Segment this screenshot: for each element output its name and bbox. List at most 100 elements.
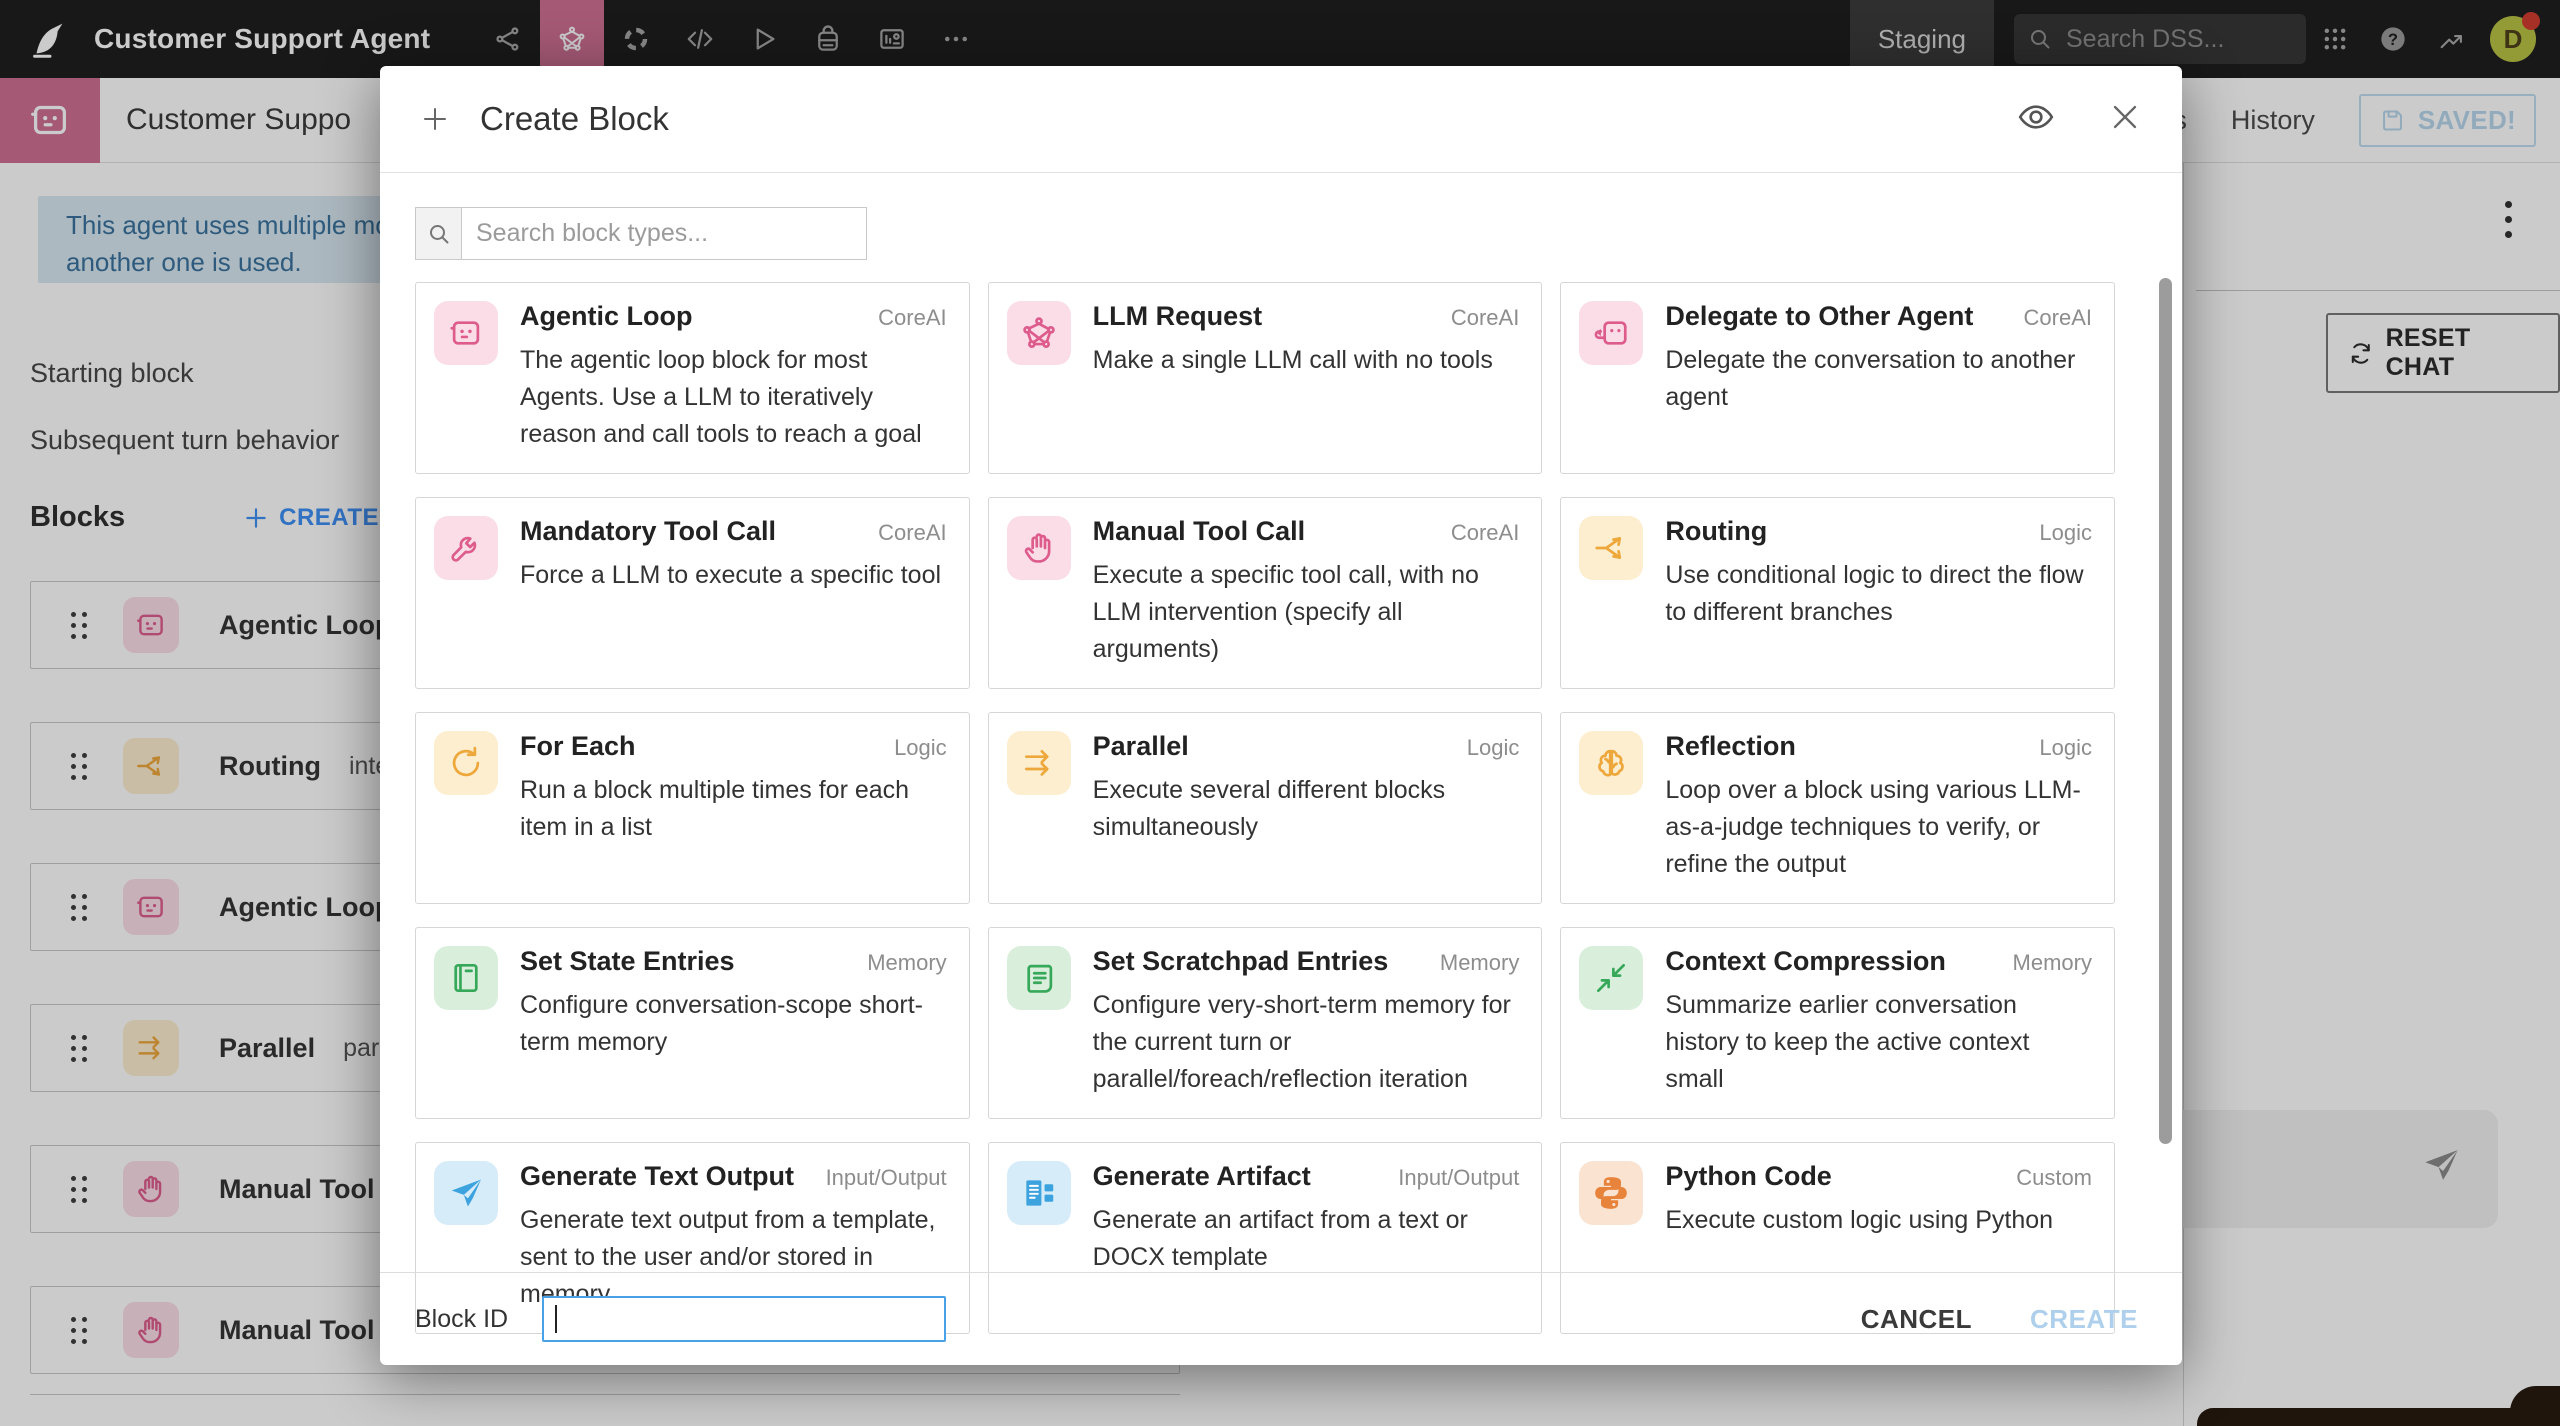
delegate-icon — [1579, 301, 1643, 365]
block-type-category: CoreAI — [1451, 520, 1519, 546]
block-type-category: CoreAI — [878, 520, 946, 546]
block-type-card-body: Mandatory Tool Call CoreAI Force a LLM t… — [520, 516, 947, 668]
block-type-card[interactable]: Reflection Logic Loop over a block using… — [1560, 712, 2115, 904]
block-type-title: Context Compression — [1665, 946, 2000, 977]
block-type-card-body: Set State Entries Memory Configure conve… — [520, 946, 947, 1098]
compress-icon — [1579, 946, 1643, 1010]
brain-icon — [1579, 731, 1643, 795]
block-type-card-body: Delegate to Other Agent CoreAI Delegate … — [1665, 301, 2092, 453]
modal-title: Create Block — [480, 100, 669, 138]
block-type-description: The agentic loop block for most Agents. … — [520, 342, 947, 453]
block-type-category: Memory — [867, 950, 946, 976]
block-type-description: Make a single LLM call with no tools — [1093, 342, 1520, 379]
block-type-card[interactable]: Manual Tool Call CoreAI Execute a specif… — [988, 497, 1543, 689]
modal-scrollbar[interactable] — [2159, 278, 2172, 1144]
block-type-title: Reflection — [1665, 731, 2027, 762]
block-id-input[interactable] — [542, 1296, 946, 1342]
cancel-button[interactable]: CANCEL — [1861, 1304, 1972, 1335]
modal-header: Create Block — [380, 66, 2182, 172]
python-icon — [1579, 1161, 1643, 1225]
block-type-card[interactable]: Delegate to Other Agent CoreAI Delegate … — [1560, 282, 2115, 474]
block-type-description: Execute several different blocks simulta… — [1093, 772, 1520, 846]
block-type-description: Delegate the conversation to another age… — [1665, 342, 2092, 416]
block-type-category: Logic — [894, 735, 947, 761]
block-type-category: Input/Output — [1398, 1165, 1519, 1191]
block-type-search-input[interactable] — [462, 208, 866, 259]
block-type-card[interactable]: Routing Logic Use conditional logic to d… — [1560, 497, 2115, 689]
create-block-modal: Create Block — [380, 66, 2182, 1365]
artifact-icon — [1007, 1161, 1071, 1225]
block-type-title: Generate Artifact — [1093, 1161, 1387, 1192]
search-icon — [416, 208, 462, 259]
block-type-card[interactable]: Context Compression Memory Summarize ear… — [1560, 927, 2115, 1119]
block-type-title: Generate Text Output — [520, 1161, 814, 1192]
block-type-description: Configure very-short-term memory for the… — [1093, 987, 1520, 1098]
block-type-card-body: For Each Logic Run a block multiple time… — [520, 731, 947, 883]
block-type-title: Set State Entries — [520, 946, 855, 977]
block-type-description: Loop over a block using various LLM-as-a… — [1665, 772, 2092, 883]
block-type-search — [415, 207, 867, 260]
loop-icon — [434, 731, 498, 795]
block-type-description: Run a block multiple times for each item… — [520, 772, 947, 846]
screen: Customer Support Agent — [0, 0, 2560, 1426]
network-icon — [1007, 301, 1071, 365]
block-type-title: Routing — [1665, 516, 2027, 547]
block-type-card-body: LLM Request CoreAI Make a single LLM cal… — [1093, 301, 1520, 453]
block-type-title: LLM Request — [1093, 301, 1439, 332]
modal-body: Agentic Loop CoreAI The agentic loop blo… — [380, 173, 2182, 1334]
block-type-category: CoreAI — [2024, 305, 2092, 331]
eye-icon[interactable] — [2016, 97, 2056, 142]
block-type-category: Logic — [2039, 735, 2092, 761]
block-type-card[interactable]: Set State Entries Memory Configure conve… — [415, 927, 970, 1119]
block-type-card[interactable]: Mandatory Tool Call CoreAI Force a LLM t… — [415, 497, 970, 689]
block-type-card-body: Routing Logic Use conditional logic to d… — [1665, 516, 2092, 668]
text-caret — [555, 1305, 557, 1333]
modal-footer: Block ID CANCEL CREATE — [380, 1272, 2182, 1365]
block-type-card-body: Agentic Loop CoreAI The agentic loop blo… — [520, 301, 947, 453]
plus-icon — [420, 104, 450, 134]
block-type-title: Manual Tool Call — [1093, 516, 1439, 547]
block-type-card[interactable]: For Each Logic Run a block multiple time… — [415, 712, 970, 904]
close-icon[interactable] — [2108, 100, 2142, 139]
routing-icon — [1579, 516, 1643, 580]
block-type-category: Logic — [1467, 735, 1520, 761]
block-type-card-body: Manual Tool Call CoreAI Execute a specif… — [1093, 516, 1520, 668]
block-type-title: Set Scratchpad Entries — [1093, 946, 1428, 977]
block-type-card-body: Context Compression Memory Summarize ear… — [1665, 946, 2092, 1098]
block-type-description: Force a LLM to execute a specific tool — [520, 557, 947, 594]
send-icon — [434, 1161, 498, 1225]
block-type-card-body: Parallel Logic Execute several different… — [1093, 731, 1520, 883]
block-type-description: Configure conversation-scope short-term … — [520, 987, 947, 1061]
block-type-category: Memory — [2013, 950, 2092, 976]
block-type-grid: Agentic Loop CoreAI The agentic loop blo… — [415, 282, 2115, 1334]
block-type-description: Generate an artifact from a text or DOCX… — [1093, 1202, 1520, 1276]
block-type-card[interactable]: Parallel Logic Execute several different… — [988, 712, 1543, 904]
block-type-card[interactable]: LLM Request CoreAI Make a single LLM cal… — [988, 282, 1543, 474]
block-type-category: Logic — [2039, 520, 2092, 546]
block-type-card-body: Reflection Logic Loop over a block using… — [1665, 731, 2092, 883]
block-type-card[interactable]: Agentic Loop CoreAI The agentic loop blo… — [415, 282, 970, 474]
block-type-card-body: Set Scratchpad Entries Memory Configure … — [1093, 946, 1520, 1098]
block-type-card[interactable]: Set Scratchpad Entries Memory Configure … — [988, 927, 1543, 1119]
block-type-title: Agentic Loop — [520, 301, 866, 332]
wrench-icon — [434, 516, 498, 580]
create-button[interactable]: CREATE — [2030, 1304, 2138, 1335]
book-icon — [434, 946, 498, 1010]
block-type-title: Parallel — [1093, 731, 1455, 762]
block-type-description: Execute a specific tool call, with no LL… — [1093, 557, 1520, 668]
block-type-description: Use conditional logic to direct the flow… — [1665, 557, 2092, 631]
block-type-category: CoreAI — [878, 305, 946, 331]
robot-icon — [434, 301, 498, 365]
parallel-icon — [1007, 731, 1071, 795]
block-type-category: Custom — [2016, 1165, 2092, 1191]
block-type-category: CoreAI — [1451, 305, 1519, 331]
notepad-icon — [1007, 946, 1071, 1010]
block-type-category: Input/Output — [826, 1165, 947, 1191]
block-type-description: Summarize earlier conversation history t… — [1665, 987, 2092, 1098]
block-type-title: For Each — [520, 731, 882, 762]
block-type-title: Mandatory Tool Call — [520, 516, 866, 547]
block-id-label: Block ID — [415, 1305, 508, 1334]
block-type-category: Memory — [1440, 950, 1519, 976]
block-id-field-wrap — [542, 1296, 946, 1342]
block-type-description: Execute custom logic using Python — [1665, 1202, 2092, 1239]
